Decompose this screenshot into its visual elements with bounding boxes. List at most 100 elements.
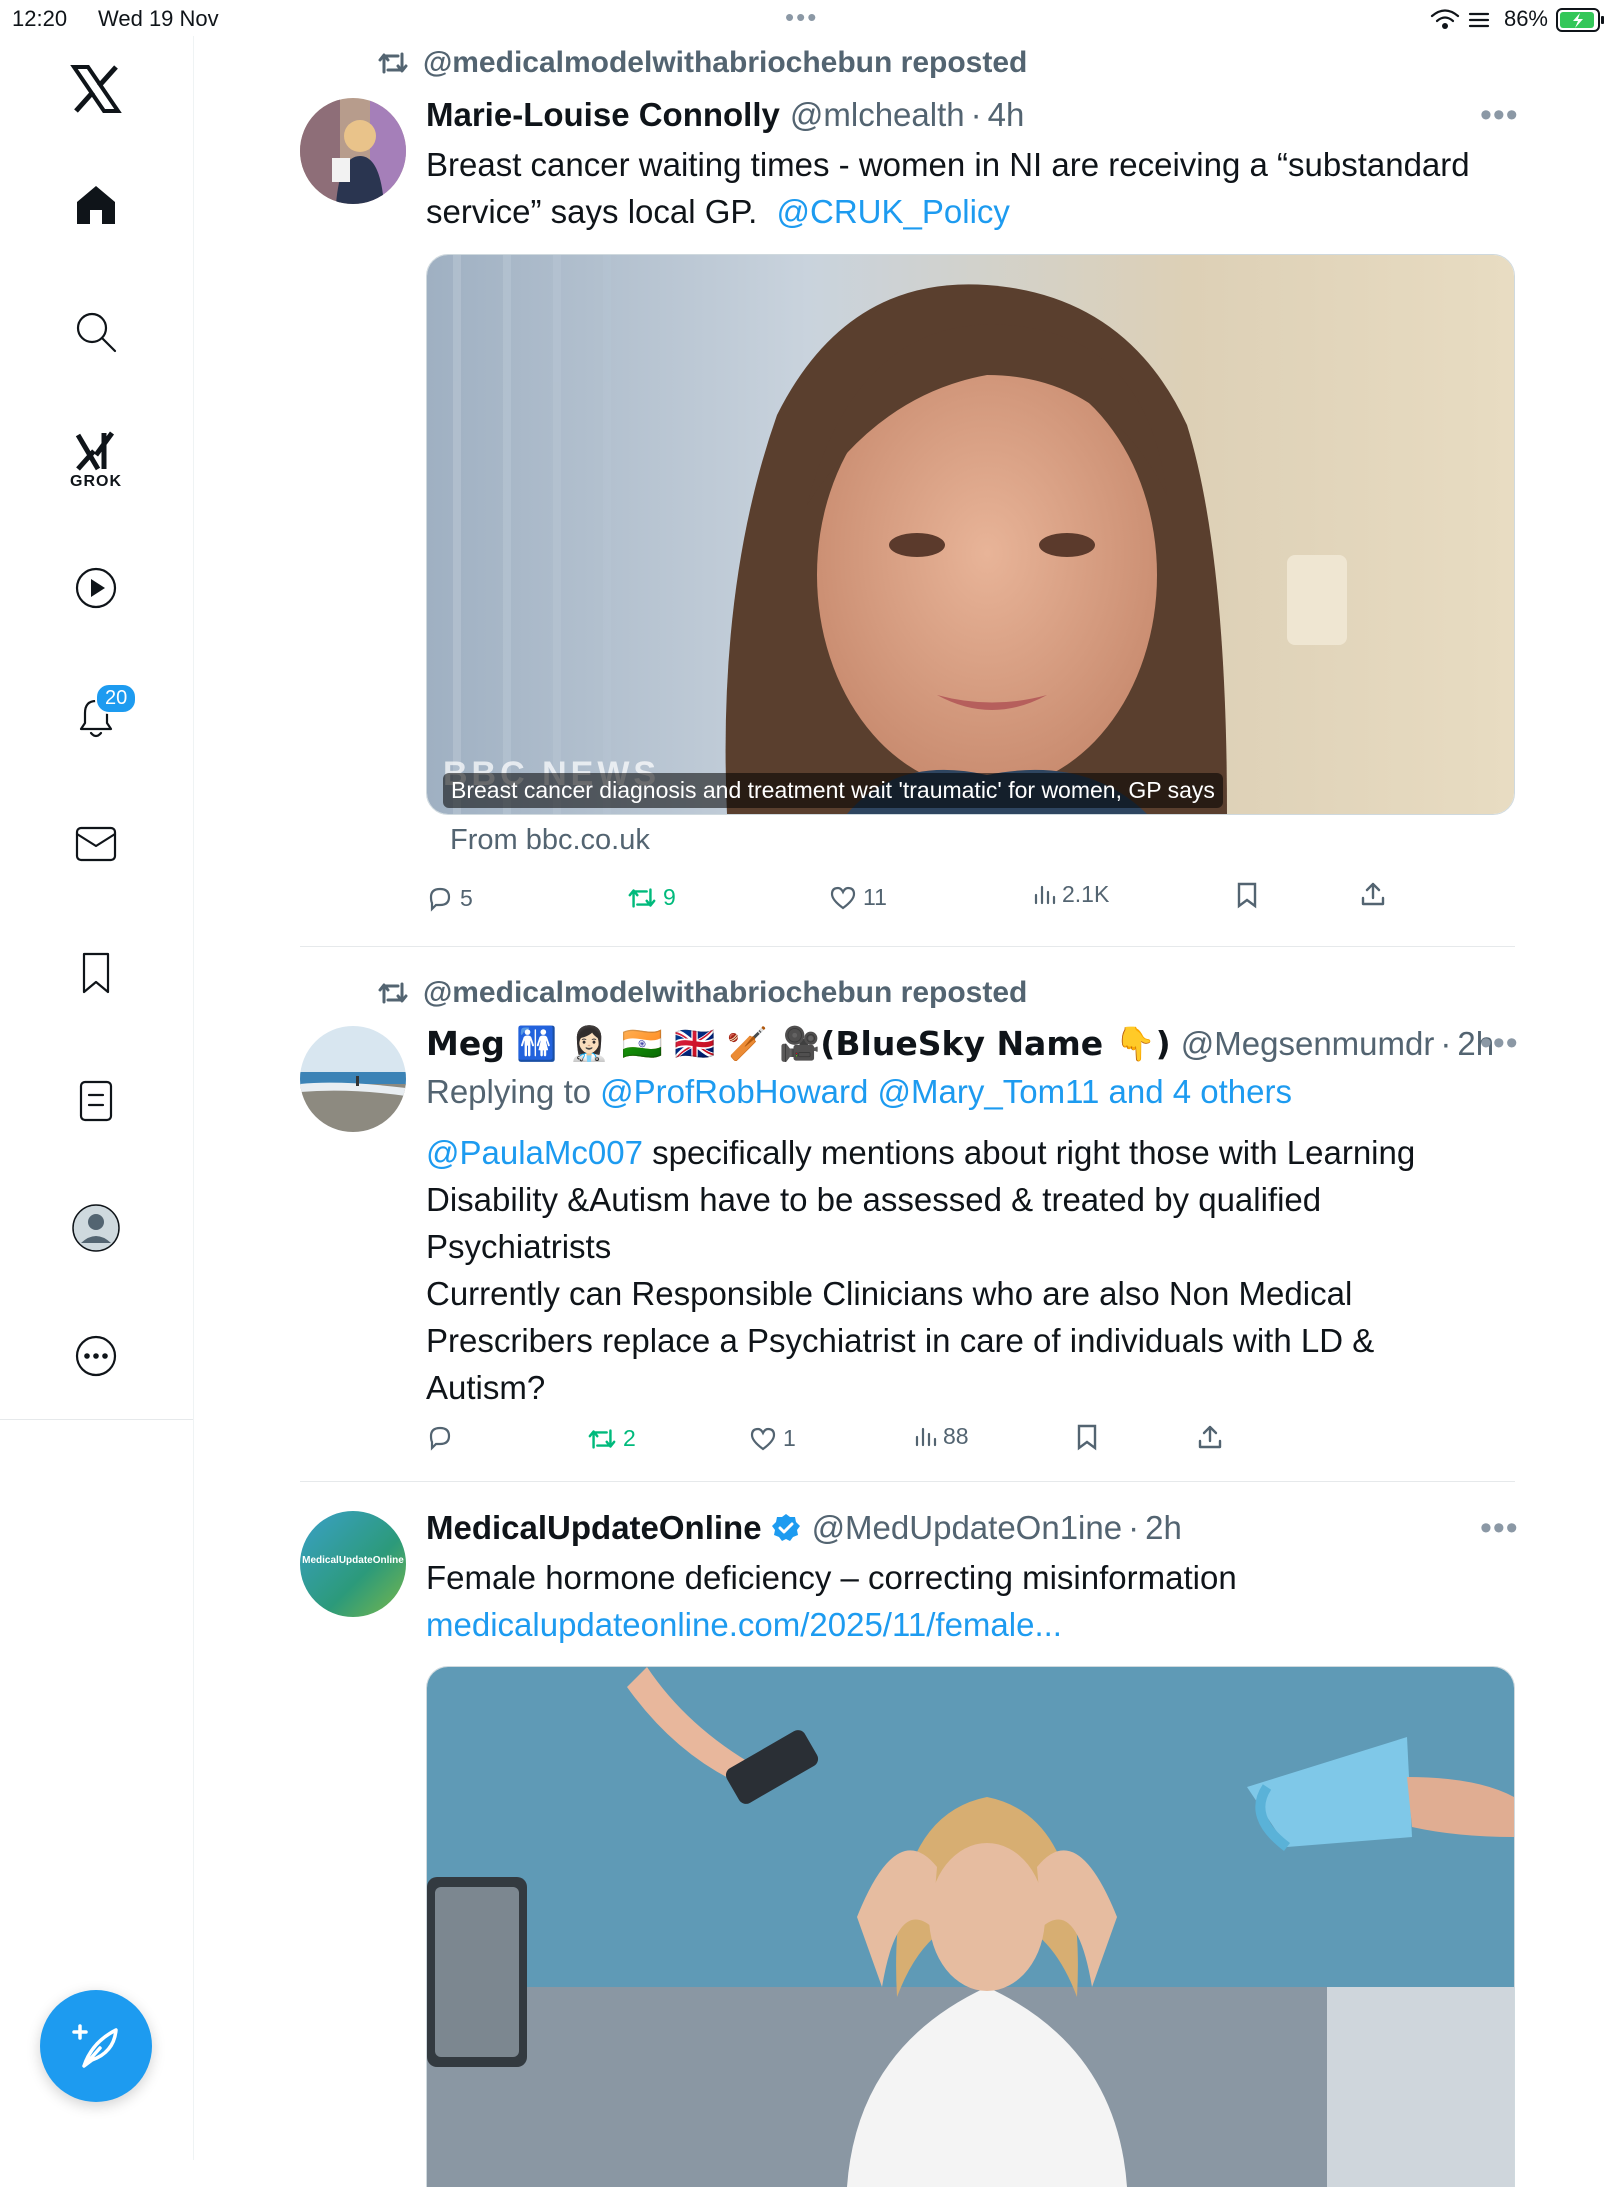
post-time[interactable]: 4h xyxy=(988,96,1025,134)
status-time: 12:20 xyxy=(12,6,68,31)
author-name[interactable]: MedicalUpdateOnline xyxy=(426,1509,762,1547)
link-card-image[interactable]: BBC NEWS Breast cancer diagnosis and tre… xyxy=(426,254,1515,815)
avatar-text: MedicalUpdateOnline xyxy=(302,1555,404,1566)
tweet-separator xyxy=(300,946,1515,947)
link-card-image[interactable] xyxy=(426,1666,1515,2187)
multitasking-dots[interactable]: ••• xyxy=(785,4,818,30)
card-source[interactable]: From bbc.co.uk xyxy=(450,824,650,857)
separator-dot: · xyxy=(970,96,982,133)
notification-count-badge: 20 xyxy=(95,683,138,714)
reply-icon xyxy=(429,887,451,912)
repost-count: 2 xyxy=(623,1425,636,1451)
messages-envelope-icon[interactable] xyxy=(60,808,132,880)
tweet-header: Meg 🚻 👩🏻‍⚕️ 🇮🇳 🇬🇧 🏏 🎥(BlueSky Name 👇) @M… xyxy=(426,1024,1494,1064)
card-caption: Breast cancer diagnosis and treatment wa… xyxy=(443,773,1223,808)
author-name[interactable]: Meg 🚻 👩🏻‍⚕️ 🇮🇳 🇬🇧 🏏 🎥(BlueSky Name 👇) xyxy=(426,1024,1171,1064)
separator-dot: · xyxy=(1128,1509,1140,1546)
views-button[interactable]: 2.1K xyxy=(1032,881,1109,908)
separator-dot: · xyxy=(1440,1025,1452,1062)
home-icon[interactable] xyxy=(60,168,132,240)
more-options-icon[interactable] xyxy=(60,1320,132,1392)
article-link[interactable]: medicalupdateonline.com/2025/11/female..… xyxy=(426,1601,1506,1648)
mention-link[interactable]: @CRUK_Policy xyxy=(777,193,1010,230)
views-chart-icon xyxy=(915,1427,937,1446)
compose-feather-icon xyxy=(72,2024,118,2068)
profile-avatar-icon[interactable] xyxy=(60,1192,132,1264)
tweet-header: Marie-Louise Connolly @mlchealth · 4h xyxy=(426,96,1024,134)
author-handle[interactable]: @mlchealth xyxy=(790,96,965,134)
bookmark-icon xyxy=(1077,1424,1097,1451)
like-count: 11 xyxy=(863,884,887,910)
views-chart-icon xyxy=(1034,885,1056,904)
battery-percentage: 86% xyxy=(1503,6,1548,31)
repost-button[interactable]: 9 xyxy=(627,884,676,911)
repost-indicator[interactable]: @medicalmodelwithabriochebun reposted xyxy=(377,976,1027,1010)
article-photo-stressed-woman xyxy=(427,1667,1514,2187)
verified-badge-icon xyxy=(771,1514,800,1541)
sidebar-divider xyxy=(0,1419,193,1420)
tweet-text-body: Female hormone deficiency – correcting m… xyxy=(426,1559,1237,1596)
avatar[interactable]: MedicalUpdateOnline xyxy=(300,1511,406,1617)
tweet-text: Female hormone deficiency – correcting m… xyxy=(426,1554,1506,1648)
reply-button[interactable] xyxy=(426,1423,454,1451)
more-icon[interactable]: ••• xyxy=(1480,1509,1519,1548)
views-button[interactable]: 88 xyxy=(913,1423,969,1450)
tweet-header: MedicalUpdateOnline @MedUpdateOn1ine · 2… xyxy=(426,1509,1182,1547)
replying-to-label: Replying to xyxy=(426,1073,592,1110)
more-icon[interactable]: ••• xyxy=(1480,1024,1519,1063)
share-icon xyxy=(1361,882,1385,906)
news-photo-portrait xyxy=(427,255,1514,814)
compose-post-button[interactable] xyxy=(40,1990,152,2102)
tweet-text: Breast cancer waiting times - women in N… xyxy=(426,141,1526,235)
views-count: 2.1K xyxy=(1062,881,1110,907)
author-handle[interactable]: @MedUpdateOn1ine xyxy=(812,1509,1123,1547)
tweet-separator xyxy=(300,1481,1515,1482)
grok-label: GROK xyxy=(70,473,122,490)
status-date: Wed 19 Nov xyxy=(98,6,219,31)
orientation-lock-icon xyxy=(1468,10,1490,35)
replying-to-links[interactable]: @ProfRobHoward @Mary_Tom11 and 4 others xyxy=(600,1073,1292,1111)
repost-icon xyxy=(378,982,408,1004)
video-play-icon[interactable] xyxy=(60,552,132,624)
repost-button[interactable]: 2 xyxy=(587,1425,636,1452)
reply-count: 5 xyxy=(460,884,473,911)
repost-label: @medicalmodelwithabriochebun reposted xyxy=(423,976,1028,1009)
like-count: 1 xyxy=(783,1425,796,1451)
more-icon[interactable]: ••• xyxy=(1480,96,1519,135)
like-button[interactable]: 11 xyxy=(829,884,887,911)
reply-button[interactable]: 5 xyxy=(426,884,473,912)
replying-to-line: Replying to @ProfRobHoward @Mary_Tom11 a… xyxy=(426,1073,1292,1111)
share-icon xyxy=(1198,1425,1222,1449)
battery-icon xyxy=(1556,7,1606,38)
repost-label: @medicalmodelwithabriochebun reposted xyxy=(423,46,1028,79)
heart-icon xyxy=(830,886,856,909)
mention-link[interactable]: @PaulaMc007 xyxy=(426,1134,643,1171)
tweet-text: @PaulaMc007 specifically mentions about … xyxy=(426,1129,1486,1411)
repost-icon xyxy=(588,1428,616,1449)
repost-icon xyxy=(628,887,656,908)
x-logo-icon[interactable] xyxy=(60,53,132,125)
author-name[interactable]: Marie-Louise Connolly xyxy=(426,96,780,134)
grok-icon[interactable]: GROK xyxy=(60,420,132,500)
share-button[interactable] xyxy=(1196,1423,1224,1456)
author-handle[interactable]: @Megsenmumdr xyxy=(1181,1025,1435,1063)
lists-icon[interactable] xyxy=(60,1065,132,1137)
heart-icon xyxy=(750,1427,776,1450)
bookmark-button[interactable] xyxy=(1074,1423,1100,1456)
bookmarks-icon[interactable] xyxy=(60,937,132,1009)
like-button[interactable]: 1 xyxy=(749,1425,796,1452)
wifi-icon xyxy=(1430,8,1460,35)
post-time[interactable]: 2h xyxy=(1145,1509,1182,1547)
reply-icon xyxy=(429,1426,451,1451)
share-button[interactable] xyxy=(1359,880,1387,913)
bookmark-button[interactable] xyxy=(1234,881,1260,914)
repost-count: 9 xyxy=(663,884,676,910)
repost-icon xyxy=(378,52,408,74)
tweet-text-line2: Currently can Responsible Clinicians who… xyxy=(426,1275,1375,1406)
bookmark-icon xyxy=(1237,882,1257,909)
search-icon[interactable] xyxy=(60,296,132,368)
repost-indicator[interactable]: @medicalmodelwithabriochebun reposted xyxy=(377,46,1027,80)
avatar[interactable] xyxy=(300,98,406,204)
views-count: 88 xyxy=(943,1423,969,1449)
avatar[interactable] xyxy=(300,1026,406,1132)
